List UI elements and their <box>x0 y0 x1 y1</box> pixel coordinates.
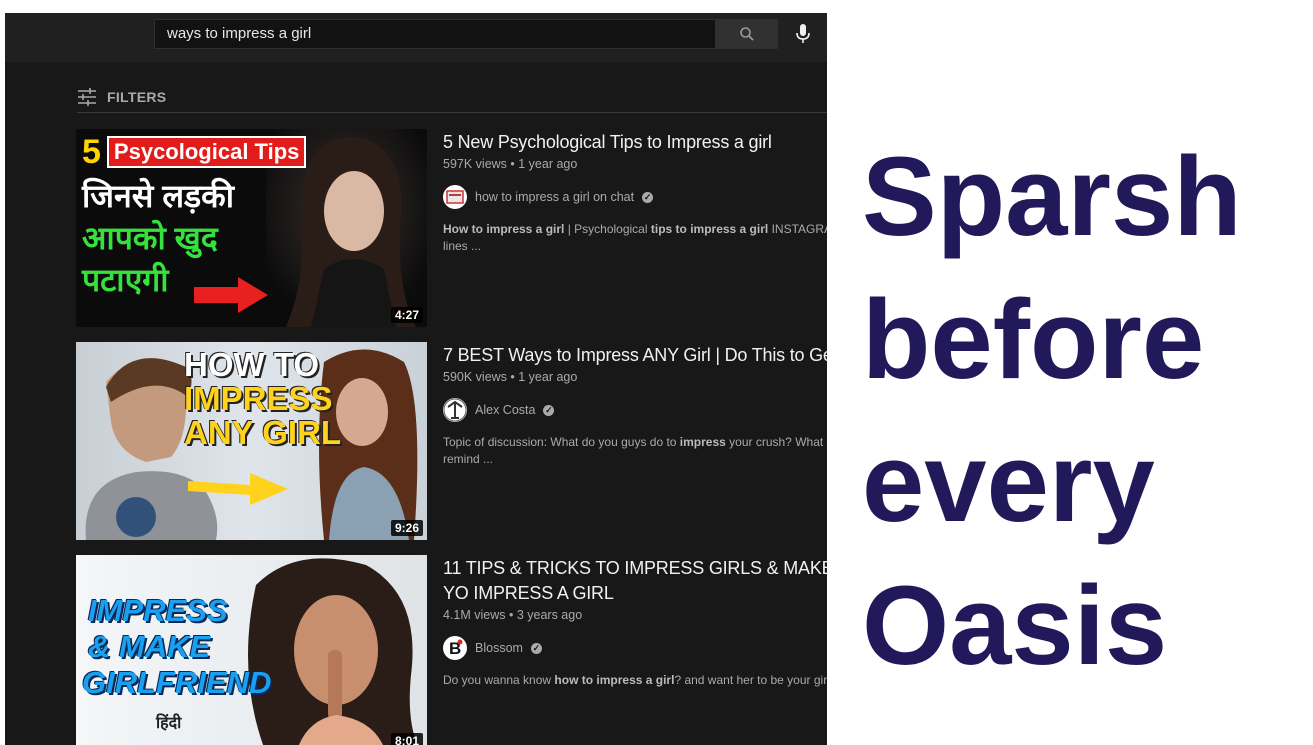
red-arrow-icon <box>194 277 268 313</box>
channel-row[interactable]: how to impress a girl on chat ✓ <box>443 185 827 209</box>
thumbnail-tag: Psycological Tips <box>106 136 307 168</box>
thumbnail-text-line: पटाएगी <box>82 262 169 298</box>
search-button[interactable] <box>716 19 778 49</box>
video-title[interactable]: 11 TIPS & TRICKS TO IMPRESS GIRLS & MAKE… <box>443 556 827 606</box>
youtube-search-panel: ways to impress a girl FILTERS 5 Psycolo… <box>5 13 827 745</box>
channel-name[interactable]: how to impress a girl on chat <box>475 190 634 204</box>
video-stats: 4.1M views • 3 years ago <box>443 608 583 622</box>
thumbnail-header: 5 Psycological Tips <box>82 133 307 171</box>
video-duration: 8:01 <box>390 733 423 745</box>
video-title[interactable]: 5 New Psychological Tips to Impress a gi… <box>443 130 827 155</box>
voice-search-button[interactable] <box>789 20 817 48</box>
yellow-arrow-icon <box>188 473 288 505</box>
video-stats: 590K views • 1 year ago <box>443 370 578 384</box>
description-line: How to impress a girl | Psychological ti… <box>443 222 827 236</box>
video-description: How to impress a girl | Psychological ti… <box>443 221 827 255</box>
description-line: Do you wanna know how to impress a girl?… <box>443 673 827 687</box>
thumbnail-text-line: IMPRESS <box>88 593 228 628</box>
channel-avatar[interactable] <box>443 398 467 422</box>
description-line: remind ... <box>443 452 494 466</box>
video-duration: 9:26 <box>390 520 423 536</box>
video-result[interactable]: 5 Psycological Tips जिनसे लड़की आपको खुद… <box>76 129 827 327</box>
microphone-icon <box>796 24 810 43</box>
video-thumbnail[interactable]: 5 Psycological Tips जिनसे लड़की आपको खुद… <box>76 129 427 327</box>
verified-check-icon: ✓ <box>642 191 654 203</box>
channel-name[interactable]: Alex Costa <box>475 403 535 417</box>
channel-avatar[interactable]: B <box>443 636 467 660</box>
search-input[interactable]: ways to impress a girl <box>154 19 716 49</box>
video-meta: 11 TIPS & TRICKS TO IMPRESS GIRLS & MAKE… <box>443 555 827 689</box>
video-result[interactable]: HOW TO IMPRESS ANY GIRL 9:26 7 BEST Ways… <box>76 342 827 540</box>
video-thumbnail[interactable]: IMPRESS & MAKE GIRLFRIEND हिंदी 8:01 <box>76 555 427 745</box>
verified-check-icon: ✓ <box>530 642 542 654</box>
thumbnail-text-line: GIRLFRIEND <box>82 665 272 700</box>
blossom-logo-icon: B <box>444 637 466 659</box>
video-duration: 4:27 <box>390 307 423 323</box>
filters-button[interactable]: FILTERS <box>77 87 166 107</box>
video-description: Topic of discussion: What do you guys do… <box>443 434 827 468</box>
verified-check-icon: ✓ <box>543 404 555 416</box>
filters-label: FILTERS <box>107 89 167 105</box>
thumbnail-text-line: आपको खुद <box>82 220 218 256</box>
channel-name[interactable]: Blossom <box>475 641 523 655</box>
thumbnail-text-line: जिनसे लड़की <box>82 178 234 214</box>
video-stats: 597K views • 1 year ago <box>443 157 578 171</box>
divider <box>77 112 827 113</box>
channel-row[interactable]: Alex Costa ✓ <box>443 398 827 422</box>
thumbnail-number: 5 <box>82 133 101 171</box>
filter-sliders-icon <box>78 88 96 106</box>
thumbnail-text-line: ANY GIRL <box>184 414 342 451</box>
channel-logo-icon <box>446 190 464 204</box>
caption-line: Sparsh <box>862 134 1242 259</box>
caption-line: before <box>862 277 1205 402</box>
caption-line: every <box>862 420 1155 545</box>
channel-avatar[interactable] <box>443 185 467 209</box>
video-title[interactable]: 7 BEST Ways to Impress ANY Girl | Do Thi… <box>443 343 827 368</box>
video-description: Do you wanna know how to impress a girl?… <box>443 672 827 689</box>
video-meta: 5 New Psychological Tips to Impress a gi… <box>443 129 827 255</box>
thumbnail-text-line: IMPRESS <box>184 380 333 417</box>
channel-logo-icon <box>443 398 467 422</box>
thumbnail-woman-image <box>248 558 418 745</box>
thumbnail-text-line: HOW TO <box>184 346 320 383</box>
description-line: Topic of discussion: What do you guys do… <box>443 435 824 449</box>
search-icon <box>740 27 754 41</box>
overlay-caption: Sparsh before every Oasis <box>862 125 1307 697</box>
caption-line: Oasis <box>862 563 1168 688</box>
channel-row[interactable]: B Blossom ✓ <box>443 636 827 660</box>
top-bar: ways to impress a girl <box>5 13 827 62</box>
description-line: lines ... <box>443 239 482 253</box>
thumbnail-text-line: हिंदी <box>156 715 182 732</box>
video-thumbnail[interactable]: HOW TO IMPRESS ANY GIRL 9:26 <box>76 342 427 540</box>
video-meta: 7 BEST Ways to Impress ANY Girl | Do Thi… <box>443 342 827 468</box>
video-result[interactable]: IMPRESS & MAKE GIRLFRIEND हिंदी 8:01 11 … <box>76 555 827 745</box>
thumbnail-text-line: & MAKE <box>88 629 211 664</box>
